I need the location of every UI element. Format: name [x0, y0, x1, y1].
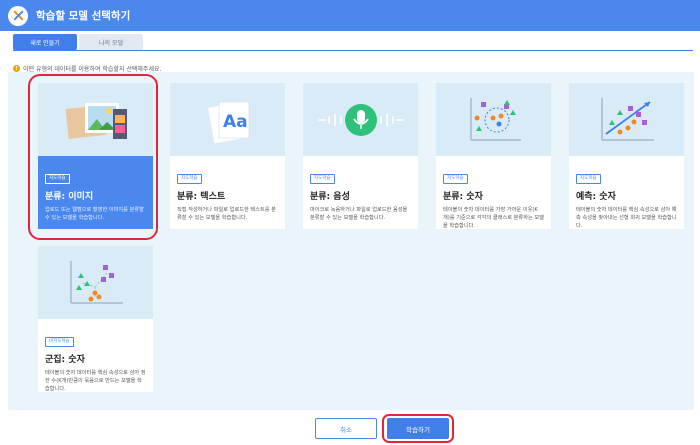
- tab-underline: [13, 50, 693, 51]
- cluster-chart-icon: [38, 246, 153, 319]
- card-description: 마이크로 녹음하거나 파일로 업로드한 음성을 분류할 수 있는 모델을 학습합…: [310, 207, 408, 221]
- card-description: 테이블의 숫자 데이터를 가장 가까운 이웃(K개)를 기준으로 각각의 클래스…: [443, 207, 544, 229]
- card-number-classification[interactable]: 지도학습 분류: 숫자 테이블의 숫자 데이터를 가장 가까운 이웃(K개)를 …: [436, 83, 551, 229]
- tab-new[interactable]: 새로 만들기: [13, 34, 77, 50]
- card-badge: 비지도학습: [45, 337, 74, 347]
- tab-bar: 새로 만들기 나의 모델: [13, 34, 143, 50]
- card-badge: 지도학습: [310, 174, 335, 184]
- card-description: 직접 작성하거나 파일로 업로드한 텍스트를 분류할 수 있는 모델을 학습합니…: [177, 207, 276, 221]
- card-title: 분류: 텍스트: [177, 192, 226, 202]
- card-badge: 지도학습: [443, 174, 468, 184]
- card-badge: 지도학습: [177, 174, 202, 184]
- cancel-button[interactable]: 취소: [315, 418, 377, 439]
- card-audio-classification[interactable]: 지도학습 분류: 음성 마이크로 녹음하거나 파일로 업로드한 음성을 분류할 …: [303, 83, 418, 229]
- x-tools-icon: [8, 5, 28, 26]
- card-number-prediction[interactable]: 지도학습 예측: 숫자 테이블의 숫자 데이터를 핵심 속성으로 삼아 예측 속…: [569, 83, 684, 229]
- warning-icon: !: [13, 65, 20, 72]
- svg-text:Aa: Aa: [223, 112, 248, 132]
- card-description: 테이블의 숫자 데이터를 핵심 속성으로 삼아 정한 수(K개)만큼의 묶음으로…: [45, 370, 146, 392]
- tab-my-models[interactable]: 나의 모델: [79, 34, 143, 50]
- card-title: 분류: 음성: [310, 192, 350, 202]
- selection-highlight-ring: [28, 74, 158, 240]
- card-badge: 지도학습: [576, 174, 601, 184]
- card-title: 분류: 숫자: [443, 192, 483, 202]
- model-select-window: 학습할 모델 선택하기 새로 만들기 나의 모델 ! 이떤 유형의 데이터를 이…: [0, 0, 700, 445]
- button-highlight-ring: [382, 414, 454, 443]
- window-title: 학습할 모델 선택하기: [36, 10, 131, 22]
- card-text-classification[interactable]: Aa 지도학습 분류: 텍스트 직접 작성하거나 파일로 업로드한 텍스트를 분…: [170, 83, 285, 229]
- card-title: 군집: 숫자: [45, 355, 85, 365]
- text-document-icon: Aa: [170, 83, 285, 156]
- microphone-icon: [303, 83, 418, 156]
- title-bar: 학습할 모델 선택하기: [0, 0, 700, 31]
- scatter-classes-icon: [436, 83, 551, 156]
- regression-chart-icon: [569, 83, 684, 156]
- card-title: 예측: 숫자: [576, 192, 616, 202]
- card-description: 테이블의 숫자 데이터를 핵심 속성으로 삼아 예측 속성을 찾아내는 선형 회…: [576, 207, 677, 229]
- card-number-clustering[interactable]: 비지도학습 군집: 숫자 테이블의 숫자 데이터를 핵심 속성으로 삼아 정한 …: [38, 246, 153, 392]
